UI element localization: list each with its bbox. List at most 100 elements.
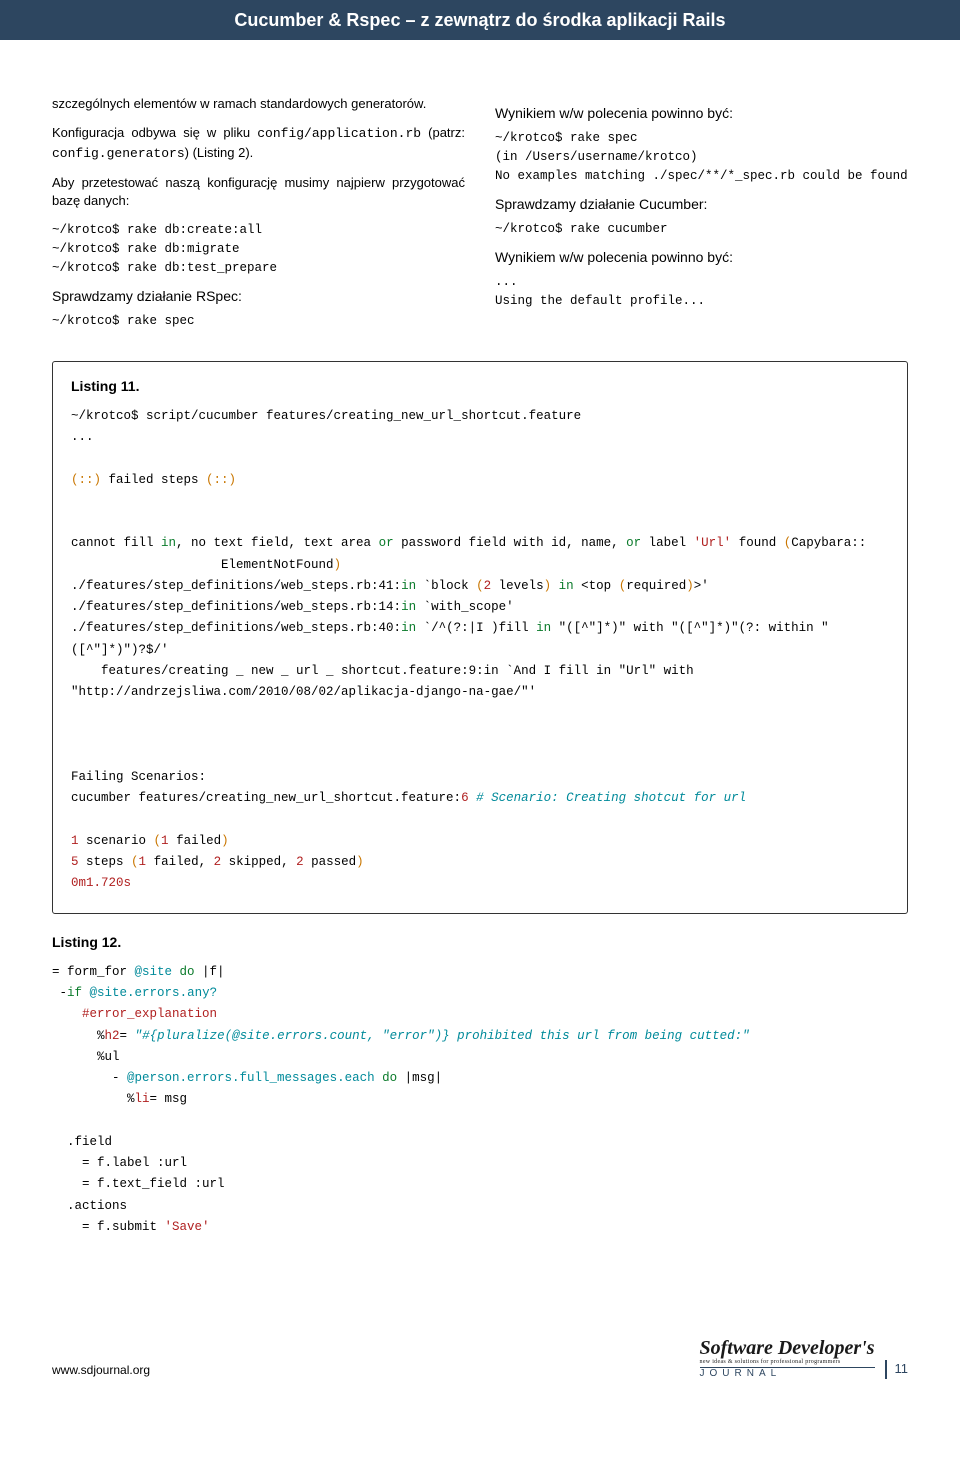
token: levels bbox=[491, 579, 544, 593]
number: 2 bbox=[214, 855, 222, 869]
listing-12-title: Listing 12. bbox=[52, 932, 908, 952]
keyword: in bbox=[401, 621, 416, 635]
token: , no text field, text area bbox=[176, 536, 379, 550]
token: cucumber features/creating_new_url_short… bbox=[71, 791, 461, 805]
listing-title: Listing 11. bbox=[71, 376, 889, 396]
token: .field bbox=[52, 1135, 112, 1149]
paren: ( bbox=[476, 579, 484, 593]
keyword: in bbox=[536, 621, 551, 635]
token: |msg| bbox=[405, 1071, 443, 1085]
token: = f.submit bbox=[52, 1220, 165, 1234]
token: <top bbox=[574, 579, 619, 593]
token: = f.label :url bbox=[52, 1156, 187, 1170]
keyword: do bbox=[172, 965, 202, 979]
token: (::) bbox=[206, 473, 236, 487]
code-line: ~/krotco$ script/cucumber features/creat… bbox=[71, 409, 581, 423]
token: .actions bbox=[52, 1199, 127, 1213]
number: 2 bbox=[484, 579, 492, 593]
token: ./features/step_definitions/web_steps.rb… bbox=[71, 621, 401, 635]
token: `with_scope' bbox=[416, 600, 514, 614]
code-block: ~/krotco$ rake cucumber bbox=[495, 220, 908, 239]
ivar: @site.errors.any? bbox=[82, 986, 217, 1000]
string: 'Url' bbox=[694, 536, 732, 550]
paren: ) bbox=[221, 834, 229, 848]
paren: ) bbox=[356, 855, 364, 869]
token: % bbox=[52, 1029, 105, 1043]
logo-main: Software Developer's bbox=[700, 1337, 875, 1359]
tag: h2 bbox=[105, 1029, 120, 1043]
paragraph: Konfiguracja odbywa się w pliku config/a… bbox=[52, 124, 465, 164]
right-column: Wynikiem w/w polecenia powinno być: ~/kr… bbox=[495, 95, 908, 337]
paragraph: szczególnych elementów w ramach standard… bbox=[52, 95, 465, 114]
token: % bbox=[52, 1092, 135, 1106]
text: Konfiguracja odbywa się w pliku bbox=[52, 125, 257, 140]
token: = bbox=[120, 1029, 135, 1043]
number: 1 bbox=[161, 834, 169, 848]
code-block: ~/krotco$ rake db:create:all ~/krotco$ r… bbox=[52, 221, 465, 277]
token: label bbox=[641, 536, 694, 550]
listing-11: Listing 11. ~/krotco$ script/cucumber fe… bbox=[52, 361, 908, 914]
keyword: do bbox=[375, 1071, 405, 1085]
ivar: @site bbox=[135, 965, 173, 979]
code-block: ~/krotco$ rake spec bbox=[52, 312, 465, 331]
token: `block bbox=[416, 579, 476, 593]
token: cannot fill bbox=[71, 536, 161, 550]
token: - bbox=[52, 986, 67, 1000]
left-column: szczególnych elementów w ramach standard… bbox=[52, 95, 465, 337]
article-header: Cucumber & Rspec – z zewnątrz do środka … bbox=[0, 0, 960, 40]
logo-journal: JOURNAL bbox=[700, 1367, 875, 1379]
token: 0m1.720s bbox=[71, 876, 131, 890]
token: failed steps bbox=[101, 473, 206, 487]
token: password field with id, name, bbox=[394, 536, 627, 550]
token: = f.text_field :url bbox=[52, 1177, 225, 1191]
token: = msg bbox=[150, 1092, 188, 1106]
token: found bbox=[731, 536, 784, 550]
listing-code: ~/krotco$ script/cucumber features/creat… bbox=[71, 406, 889, 895]
number: 2 bbox=[296, 855, 304, 869]
token: (::) bbox=[71, 473, 101, 487]
number: 6 bbox=[461, 791, 469, 805]
token: = form_for bbox=[52, 965, 135, 979]
code-block: ... Using the default profile... bbox=[495, 273, 908, 311]
paren: ( bbox=[154, 834, 162, 848]
subtitle: Sprawdzamy działanie Cucumber: bbox=[495, 194, 908, 214]
token: ./features/step_definitions/web_steps.rb… bbox=[71, 600, 401, 614]
code-block: ~/krotco$ rake spec (in /Users/username/… bbox=[495, 129, 908, 185]
inline-code: config.generators bbox=[52, 146, 185, 161]
two-column-body: szczególnych elementów w ramach standard… bbox=[52, 95, 908, 337]
keyword: or bbox=[626, 536, 641, 550]
paragraph: Aby przetestować naszą konfigurację musi… bbox=[52, 174, 465, 212]
text: (patrz: bbox=[421, 125, 465, 140]
page-number: 11 bbox=[885, 1360, 909, 1379]
code-line: Failing Scenarios: bbox=[71, 770, 206, 784]
token: %ul bbox=[52, 1050, 120, 1064]
token: - bbox=[52, 1071, 127, 1085]
inline-code: config/application.rb bbox=[257, 126, 421, 141]
subtitle: Sprawdzamy działanie RSpec: bbox=[52, 286, 465, 306]
string: 'Save' bbox=[165, 1220, 210, 1234]
token: ./features/step_definitions/web_steps.rb… bbox=[71, 579, 401, 593]
token: >' bbox=[694, 579, 709, 593]
footer-url: www.sdjournal.org bbox=[52, 1362, 150, 1379]
token: `/^(?:|I )fill bbox=[416, 621, 536, 635]
token: failed, bbox=[146, 855, 214, 869]
number: 1 bbox=[139, 855, 147, 869]
token: skipped, bbox=[221, 855, 296, 869]
comment: # Scenario: Creating shotcut for url bbox=[469, 791, 747, 805]
number: 1 bbox=[71, 834, 79, 848]
footer-right: Software Developer's new ideas & solutio… bbox=[700, 1338, 908, 1379]
keyword: in bbox=[551, 579, 574, 593]
page-content: szczególnych elementów w ramach standard… bbox=[0, 95, 960, 1278]
token: required bbox=[626, 579, 686, 593]
token: failed bbox=[169, 834, 222, 848]
keyword: in bbox=[161, 536, 176, 550]
listing-12-code: = form_for @site do |f| -if @site.errors… bbox=[52, 962, 908, 1238]
token: scenario bbox=[79, 834, 154, 848]
code-line: features/creating _ new _ url _ shortcut… bbox=[71, 664, 701, 699]
logo-tagline: new ideas & solutions for professional p… bbox=[700, 1359, 875, 1365]
token: passed bbox=[304, 855, 357, 869]
token: steps bbox=[79, 855, 132, 869]
keyword: if bbox=[67, 986, 82, 1000]
subtitle: Wynikiem w/w polecenia powinno być: bbox=[495, 247, 908, 267]
tag: li bbox=[135, 1092, 150, 1106]
